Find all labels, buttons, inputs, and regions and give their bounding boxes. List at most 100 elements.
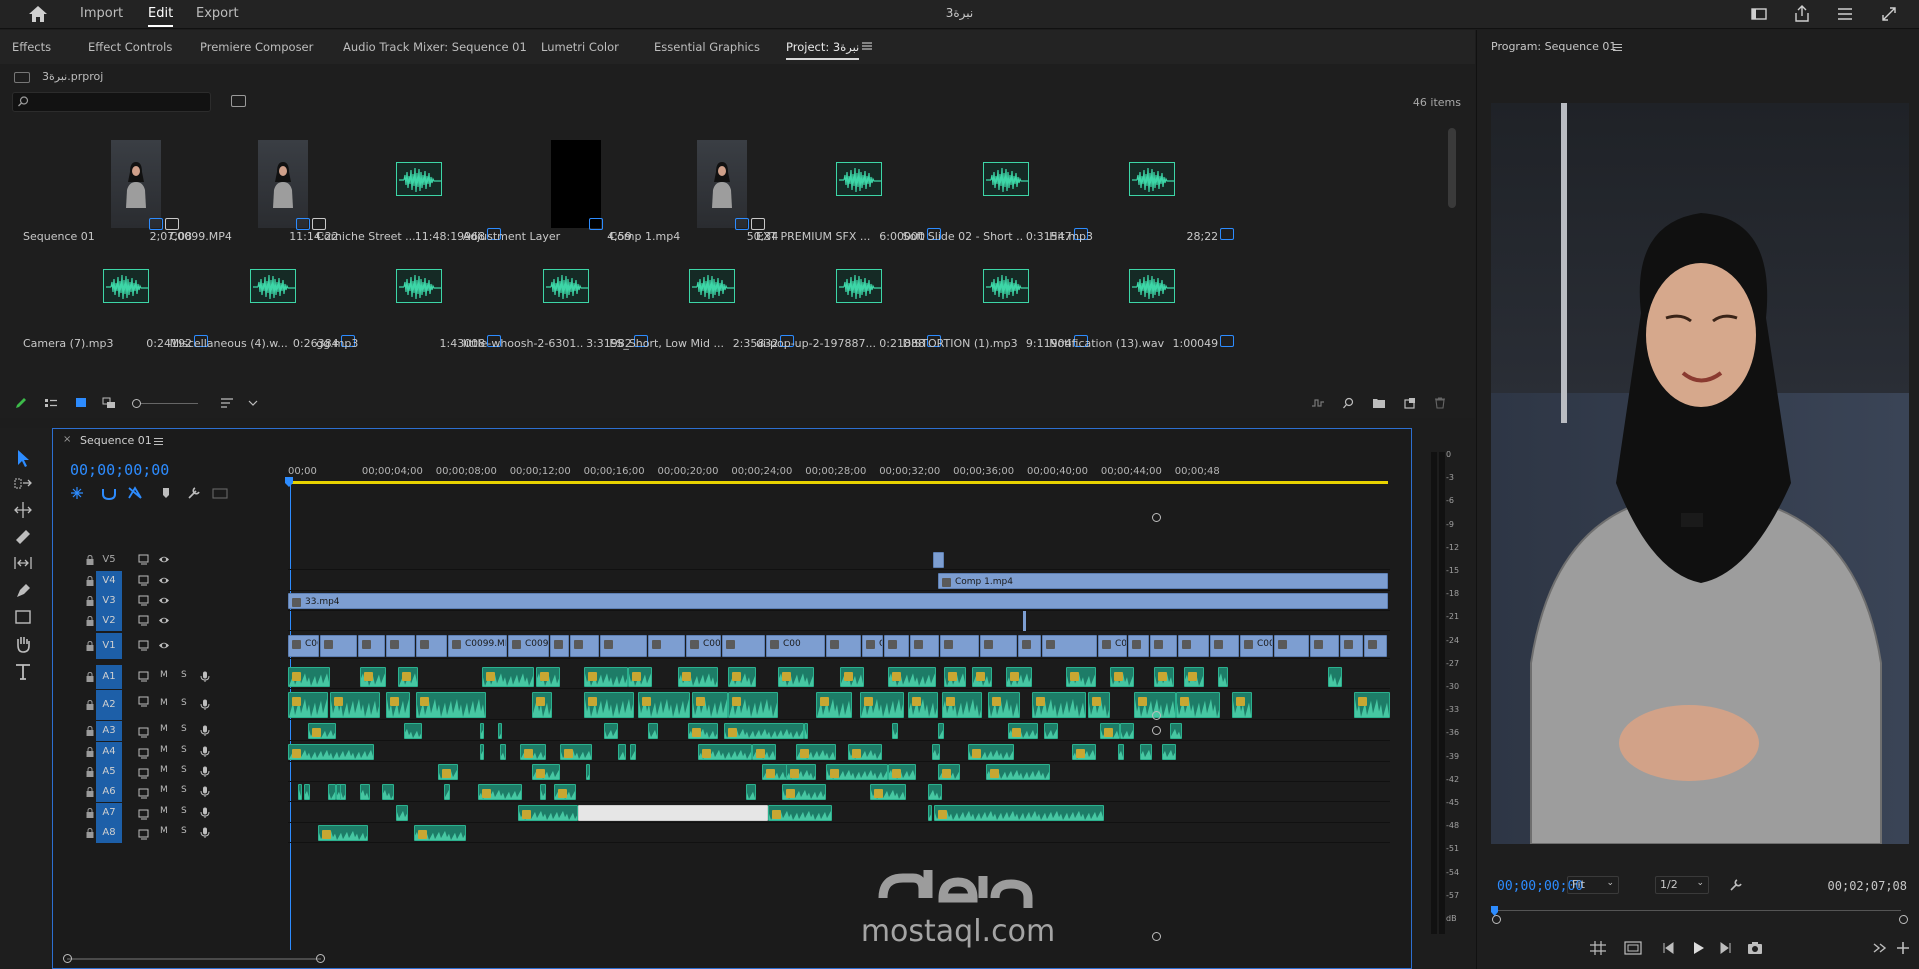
audio-clip[interactable] [804,723,808,739]
video-clip[interactable] [1178,635,1209,657]
rectangle-tool-icon[interactable] [12,607,34,627]
tab-essential-graphics[interactable]: Essential Graphics [654,40,760,54]
solo-button[interactable]: S [181,765,187,775]
more-controls-icon[interactable] [1871,940,1889,956]
eye-icon[interactable] [158,640,170,651]
audio-clip[interactable] [928,784,942,800]
track-target[interactable]: A6 [96,782,122,802]
audio-clip[interactable] [586,764,590,780]
audio-clip[interactable] [1118,744,1124,760]
audio-clip[interactable] [1008,723,1038,739]
audio-clip[interactable] [330,692,380,718]
mute-button[interactable]: M [160,698,168,708]
video-clip[interactable] [1150,635,1177,657]
audio-clip[interactable] [870,784,906,800]
solo-button[interactable]: S [181,745,187,755]
audio-clip[interactable] [988,692,1020,718]
audio-clip[interactable] [942,692,982,718]
audio-clip[interactable] [478,784,522,800]
sync-lock-icon[interactable] [138,671,150,682]
audio-clip[interactable] [752,744,776,760]
audio-track-lane[interactable] [288,762,1390,782]
vertical-zoom-handle[interactable] [1152,513,1161,522]
program-scrubber[interactable] [1491,904,1909,924]
audio-clip[interactable] [584,692,634,718]
video-clip[interactable] [550,635,569,657]
video-clip[interactable] [1018,635,1041,657]
tab-lumetri-color[interactable]: Lumetri Color [541,40,619,54]
audio-clip[interactable] [604,723,618,739]
audio-clip[interactable] [1088,692,1110,718]
snap-icon[interactable] [102,489,116,501]
audio-clip[interactable] [932,744,940,760]
project-item[interactable]: Notification (13).wav 1:00049 [1040,233,1235,355]
track-target[interactable]: A3 [96,721,122,741]
project-item[interactable]: Soft Slide 02 - Short ... 0:31547 [894,126,1088,248]
settings-wrench-icon[interactable] [188,487,200,499]
audio-clip[interactable] [1006,667,1032,687]
project-item[interactable]: Corniche Street ... 11:48:19968 [307,126,502,248]
audio-clip[interactable] [304,784,310,800]
mute-button[interactable]: M [160,724,168,734]
nest-icon[interactable] [71,487,83,499]
video-clip[interactable] [910,635,939,657]
audio-clip[interactable] [938,723,944,739]
video-clip[interactable]: C00 [766,635,825,657]
video-clip[interactable] [933,552,944,568]
video-clip[interactable] [386,635,415,657]
audio-clip[interactable] [416,692,486,718]
automate-icon[interactable] [1311,397,1325,409]
lock-icon[interactable] [86,767,94,777]
audio-clip[interactable] [928,805,932,821]
audio-track-lane[interactable] [288,665,1390,689]
scrubber-handle-right[interactable] [1899,915,1908,924]
audio-clip[interactable] [816,692,852,718]
microphone-icon[interactable] [199,807,211,818]
sync-lock-icon[interactable] [138,595,150,606]
track-target[interactable]: A4 [96,742,122,762]
timeline-menu-icon[interactable] [154,437,163,446]
track-target[interactable]: V5 [96,550,122,570]
hand-tool-icon[interactable] [12,634,34,654]
audio-clip[interactable] [724,723,804,739]
audio-clip[interactable] [554,784,576,800]
audio-clip[interactable] [1066,667,1096,687]
chevron-down-icon[interactable] [246,397,260,409]
mute-button[interactable]: M [160,806,168,816]
sync-lock-icon[interactable] [138,788,150,799]
audio-clip[interactable] [1100,723,1120,739]
close-icon[interactable]: × [63,434,71,445]
lock-icon[interactable] [86,828,94,838]
audio-clip[interactable] [1170,723,1182,739]
lock-icon[interactable] [86,576,94,586]
program-menu-icon[interactable] [1613,43,1622,52]
timeline-timecode[interactable]: 00;00;00;00 [70,461,169,479]
sync-lock-icon[interactable] [138,809,150,820]
captions-icon[interactable] [212,488,228,499]
audio-clip[interactable] [688,723,718,739]
sync-lock-icon[interactable] [138,748,150,759]
selection-tool-icon[interactable] [12,448,34,468]
project-item[interactable]: Miscellaneous (4).w... 0:26384 [161,233,355,355]
panel-layout-icon[interactable] [1750,5,1768,23]
audio-clip[interactable] [518,805,578,821]
sync-lock-icon[interactable] [138,696,150,707]
project-item[interactable]: little-whoosh-2-6301... 3:31982 [454,233,648,355]
audio-clip[interactable] [288,692,328,718]
audio-clip[interactable] [986,764,1050,780]
nav-export[interactable]: Export [196,6,239,21]
audio-clip[interactable] [1328,667,1342,687]
tab-project[interactable]: Project: نبرة3 [786,40,860,60]
linked-selection-icon[interactable] [128,486,142,499]
audio-clip[interactable] [848,744,882,760]
lock-icon[interactable] [86,747,94,757]
eye-icon[interactable] [158,615,170,626]
audio-clip[interactable] [968,744,1014,760]
playhead[interactable] [285,477,293,487]
solo-button[interactable]: S [181,785,187,795]
grid-overlay-icon[interactable] [1589,940,1607,956]
video-clip[interactable] [648,635,685,657]
project-item[interactable]: ES_Short, Low Mid ... 2:35832 [600,233,795,355]
type-tool-icon[interactable] [12,662,34,682]
video-clip[interactable] [940,635,979,657]
